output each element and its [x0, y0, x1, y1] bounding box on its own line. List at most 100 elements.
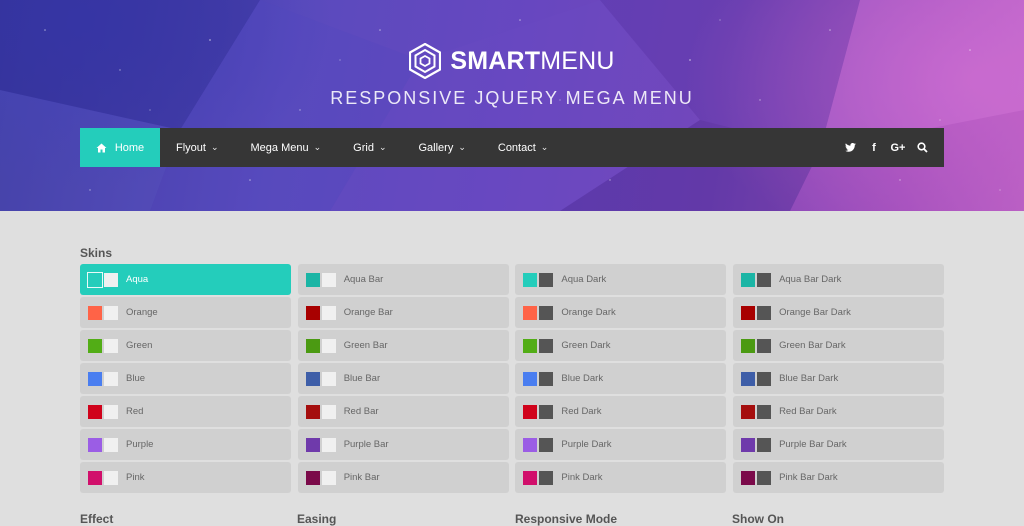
color-swatch	[305, 437, 336, 452]
hexagon-logo-icon	[409, 43, 442, 79]
skin-label: Aqua	[126, 274, 149, 285]
skin-label: Blue	[126, 373, 146, 384]
skin-option[interactable]: Blue	[80, 363, 291, 394]
nav-item-home[interactable]: Home	[80, 128, 160, 167]
swatch-secondary	[104, 305, 118, 320]
color-swatch	[741, 470, 772, 485]
swatch-primary	[305, 371, 320, 386]
chevron-down-icon: ⌄	[540, 142, 549, 152]
skin-option[interactable]: Blue Dark	[515, 363, 727, 394]
skin-option[interactable]: Green	[80, 330, 291, 361]
skin-option[interactable]: Purple Bar Dark	[733, 429, 945, 460]
swatch-secondary	[321, 305, 336, 320]
swatch-primary	[741, 404, 756, 419]
swatch-secondary	[321, 272, 336, 287]
facebook-icon[interactable]: f	[862, 142, 886, 154]
skin-option[interactable]: Pink Bar Dark	[733, 462, 945, 493]
skin-option[interactable]: Orange Bar Dark	[733, 297, 945, 328]
hero-banner: SMARTMENU RESPONSIVE JQUERY MEGA MENU	[0, 0, 1024, 211]
skin-label: Purple Bar	[343, 439, 389, 450]
skin-option[interactable]: Purple	[80, 429, 291, 460]
skin-option[interactable]: Aqua Dark	[515, 264, 727, 295]
color-swatch	[741, 404, 772, 419]
nav-item-flyout[interactable]: Flyout ⌄	[160, 128, 235, 167]
swatch-primary	[88, 371, 102, 386]
color-swatch	[305, 404, 336, 419]
skin-option[interactable]: Red Bar	[297, 396, 509, 427]
color-swatch	[741, 437, 772, 452]
color-swatch	[88, 338, 118, 353]
skin-option[interactable]: Blue Bar Dark	[733, 363, 945, 394]
color-swatch	[523, 437, 554, 452]
swatch-primary	[523, 371, 538, 386]
swatch-primary	[741, 272, 756, 287]
color-swatch	[88, 437, 118, 452]
swatch-secondary	[539, 470, 554, 485]
swatch-primary	[88, 470, 102, 485]
skin-option[interactable]: Pink Dark	[515, 462, 727, 493]
swatch-primary	[305, 305, 320, 320]
google-plus-icon[interactable]: G+	[886, 142, 910, 154]
skin-option[interactable]: Aqua	[80, 264, 291, 295]
nav-item-gallery[interactable]: Gallery ⌄	[402, 128, 481, 167]
skin-option[interactable]: Purple Dark	[515, 429, 727, 460]
swatch-secondary	[757, 371, 772, 386]
skin-option[interactable]: Blue Bar	[297, 363, 509, 394]
swatch-secondary	[539, 437, 554, 452]
twitter-icon[interactable]	[838, 143, 862, 152]
swatch-secondary	[321, 404, 336, 419]
skin-label: Aqua Dark	[561, 274, 607, 285]
color-swatch	[88, 305, 118, 320]
color-swatch	[87, 271, 118, 288]
swatch-secondary	[757, 338, 772, 353]
brand-logo[interactable]: SMARTMENU	[0, 42, 1024, 80]
color-swatch	[305, 272, 336, 287]
skin-option[interactable]: Green Dark	[515, 330, 727, 361]
swatch-secondary	[757, 404, 772, 419]
skin-option[interactable]: Orange Dark	[515, 297, 727, 328]
skin-label: Aqua Bar	[343, 274, 384, 285]
swatch-secondary	[539, 404, 554, 419]
swatch-secondary	[539, 371, 554, 386]
color-swatch	[305, 371, 336, 386]
skin-label: Pink Dark	[561, 472, 603, 483]
skin-option[interactable]: Orange	[80, 297, 291, 328]
skin-label: Pink Bar	[343, 472, 380, 483]
skin-label: Pink Bar Dark	[779, 472, 838, 483]
swatch-primary	[741, 371, 756, 386]
skin-label: Red	[126, 406, 144, 417]
nav-item-mega-menu[interactable]: Mega Menu ⌄	[235, 128, 338, 167]
skin-option[interactable]: Aqua Bar	[297, 264, 509, 295]
skin-option[interactable]: Pink	[80, 462, 291, 493]
skin-option[interactable]: Orange Bar	[297, 297, 509, 328]
search-icon[interactable]	[910, 142, 934, 153]
skin-option[interactable]: Purple Bar	[297, 429, 509, 460]
skin-option[interactable]: Aqua Bar Dark	[733, 264, 945, 295]
skin-option[interactable]: Pink Bar	[297, 462, 509, 493]
nav-item-grid[interactable]: Grid ⌄	[337, 128, 402, 167]
swatch-secondary	[104, 371, 118, 386]
skin-label: Blue Bar Dark	[779, 373, 839, 384]
skins-title: Skins	[80, 246, 113, 260]
nav-item-label: Home	[114, 141, 145, 154]
skin-option[interactable]: Red Dark	[515, 396, 727, 427]
skin-label: Orange Bar	[343, 307, 393, 318]
swatch-secondary	[757, 305, 772, 320]
swatch-secondary	[321, 371, 336, 386]
swatch-secondary	[539, 338, 554, 353]
skin-label: Green Bar	[343, 340, 388, 351]
swatch-primary	[523, 470, 538, 485]
skin-option[interactable]: Red Bar Dark	[733, 396, 945, 427]
skin-option[interactable]: Green Bar Dark	[733, 330, 945, 361]
swatch-secondary	[757, 470, 772, 485]
swatch-primary	[741, 338, 756, 353]
chevron-down-icon: ⌄	[313, 142, 322, 152]
nav-item-contact[interactable]: Contact ⌄	[482, 128, 564, 167]
skin-option[interactable]: Green Bar	[297, 330, 509, 361]
color-swatch	[88, 470, 118, 485]
skin-option[interactable]: Red	[80, 396, 291, 427]
skin-label: Orange	[126, 307, 158, 318]
home-icon	[96, 143, 107, 152]
brand-name: SMARTMENU	[450, 48, 614, 74]
chevron-down-icon: ⌄	[378, 142, 387, 152]
